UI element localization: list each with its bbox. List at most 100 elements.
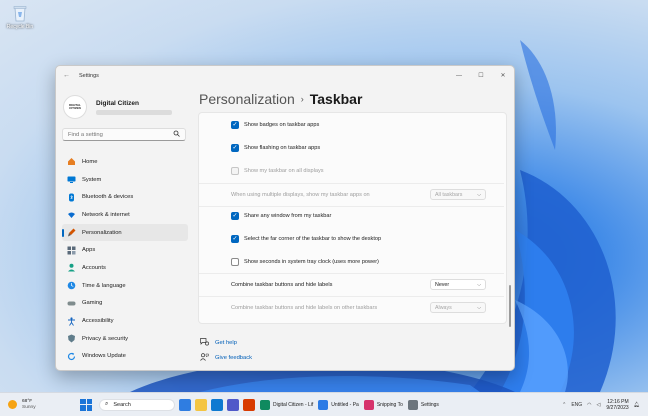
volume-icon[interactable]: ◁ [597,402,601,408]
recycle-bin-desktop-icon[interactable]: Recycle Bin [4,4,36,30]
setting-share-window[interactable]: ✓ Share any window from my taskbar [199,212,504,220]
far-corner-checkbox[interactable]: ✓ [231,235,239,243]
breadcrumb-separator: › [300,94,304,104]
show-badges-checkbox[interactable]: ✓ [231,121,239,129]
sidebar-item-personalization[interactable]: Personalization [62,223,188,242]
combine-other-label: Combine taskbar buttons and hide labels … [231,305,378,311]
show-seconds-checkbox[interactable] [231,258,239,266]
combine-dropdown[interactable]: Never ⌵ [430,279,486,290]
start-button[interactable] [80,398,92,411]
office-icon[interactable] [243,398,255,411]
sidebar: DIGITAL CITIZEN Digital Citizen Home Sys… [56,85,194,370]
dropdown-value: All taskbars [435,191,463,198]
setting-far-corner[interactable]: ✓ Select the far corner of the taskbar t… [199,235,504,243]
search-box[interactable] [62,128,186,141]
sidebar-item-label: Home [82,158,98,165]
minimize-button[interactable]: — [448,69,470,83]
share-window-checkbox[interactable]: ✓ [231,212,239,220]
help-links: Get help Give feedback [200,335,252,365]
file-explorer-icon[interactable] [195,398,207,411]
sidebar-item-accounts[interactable]: Accounts [62,259,188,277]
sidebar-item-label: Accessibility [82,318,114,325]
taskbar-task-snipping[interactable]: Snipping To [363,399,403,410]
breadcrumb-personalization[interactable]: Personalization [199,91,295,107]
wifi-icon [66,210,76,220]
teams-icon[interactable] [227,398,239,411]
sidebar-item-network[interactable]: Network & internet [62,206,188,224]
task-view-icon[interactable] [179,398,191,411]
paint-app-icon [318,399,329,410]
sidebar-item-windows-update[interactable]: Windows Update [62,348,188,366]
title-bar[interactable]: ← Settings — ☐ ✕ [56,66,514,85]
profile-card[interactable]: DIGITAL CITIZEN Digital Citizen [56,85,194,123]
setting-label: Show badges on taskbar apps [244,122,320,128]
sidebar-item-label: Bluetooth & devices [82,194,134,201]
dropdown-value: Always [435,304,452,311]
sidebar-item-privacy[interactable]: Privacy & security [62,330,188,348]
divider [199,273,504,274]
help-chat-icon [200,337,209,348]
search-icon: ⌕ [105,401,109,407]
window-title: Settings [79,72,99,79]
checkmark-icon: ✓ [232,122,238,128]
brush-icon [66,228,76,238]
checkmark-icon: ✓ [232,236,238,242]
setting-label: Show seconds in system tray clock (uses … [244,259,379,265]
content-area: Personalization › Taskbar ✓ Show badges on… [194,85,514,370]
sidebar-item-home[interactable]: Home [62,153,188,171]
setting-label: Show flashing on taskbar apps [244,145,321,151]
sidebar-item-time-language[interactable]: Time & language [62,277,188,295]
bluetooth-icon [66,192,76,202]
language-indicator[interactable]: ENG [571,402,582,408]
sidebar-item-bluetooth[interactable]: Bluetooth & devices [62,188,188,206]
settings-gear-icon [407,399,418,410]
chevron-up-icon[interactable]: ⌃ [562,402,566,408]
notification-bell-icon[interactable]: 🔔︎ [634,402,640,408]
profile-name: Digital Citizen [96,99,139,107]
get-help-link[interactable]: Get help [200,335,252,350]
taskbar-search[interactable]: ⌕ Search [99,398,175,411]
setting-label: Share any window from my taskbar [244,213,332,219]
task-label: Digital Citizen - Lif [273,401,314,408]
give-feedback-label[interactable]: Give feedback [215,355,252,361]
sidebar-item-accessibility[interactable]: Accessibility [62,312,188,330]
setting-show-badges[interactable]: ✓ Show badges on taskbar apps [199,121,504,129]
scrollbar[interactable] [509,285,511,327]
chevron-down-icon: ⌵ [477,304,481,311]
show-flashing-checkbox[interactable]: ✓ [231,144,239,152]
setting-show-flashing[interactable]: ✓ Show flashing on taskbar apps [199,144,504,152]
give-feedback-link[interactable]: Give feedback [200,350,252,365]
taskbar-task-browser[interactable]: Digital Citizen - Lif [260,399,314,410]
sidebar-item-apps[interactable]: Apps [62,241,188,259]
weather-text: 68°F Sunny [22,399,36,411]
combine-label: Combine taskbar buttons and hide labels [231,282,333,288]
setting-show-seconds[interactable]: Show seconds in system tray clock (uses … [199,258,504,266]
sun-icon [8,400,17,409]
sidebar-item-label: Time & language [82,282,126,289]
search-icon[interactable] [173,130,180,139]
monitor-icon [66,175,76,185]
wifi-icon[interactable]: ◠ [587,402,591,408]
checkmark-icon: ✓ [232,145,238,151]
taskbar-task-settings[interactable]: Settings [407,399,439,410]
controller-icon [66,298,76,308]
search-input[interactable] [68,131,173,138]
weather-condition: Sunny [22,404,36,410]
taskbar: 68°F Sunny ⌕ Search Digital Citizen - Li… [0,392,648,416]
person-icon [66,263,76,273]
sidebar-item-label: Gaming [82,300,103,307]
sidebar-item-system[interactable]: System [62,171,188,189]
taskbar-behaviors-panel: ✓ Show badges on taskbar apps ✓ Show fla… [198,112,507,324]
close-button[interactable]: ✕ [492,69,514,83]
taskbar-task-paint[interactable]: Untitled - Pa [318,399,359,410]
maximize-button[interactable]: ☐ [470,69,492,83]
sidebar-item-gaming[interactable]: Gaming [62,295,188,313]
update-icon [66,351,76,361]
back-arrow-icon[interactable]: ← [63,72,75,79]
edge-icon[interactable] [211,398,223,411]
get-help-label[interactable]: Get help [215,340,237,346]
task-label: Untitled - Pa [331,401,359,408]
clock[interactable]: 12:16 PM 9/27/2023 [606,399,628,411]
sidebar-item-label: Accounts [82,264,106,271]
weather-widget[interactable]: 68°F Sunny [8,399,72,411]
